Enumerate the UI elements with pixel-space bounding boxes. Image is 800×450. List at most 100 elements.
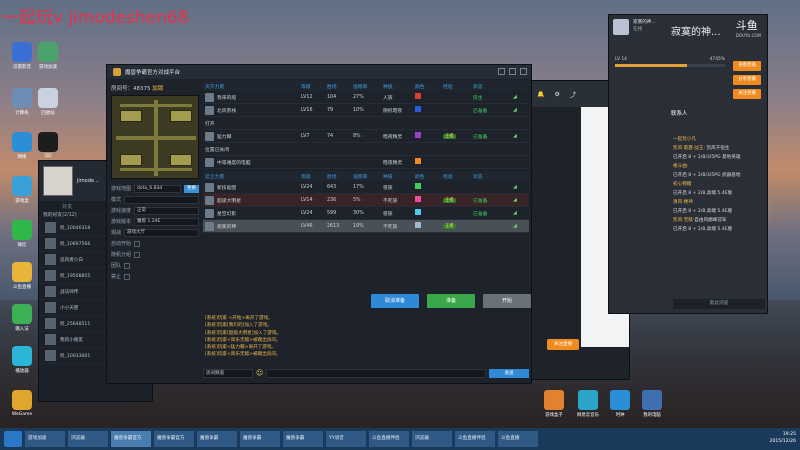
- rank-badge: 王者: [443, 198, 456, 203]
- taskbar-item[interactable]: 魔兽争霸官方: [111, 431, 151, 447]
- music-icon: [578, 390, 598, 410]
- desktop-icon-douyu[interactable]: 斗鱼直播: [2, 262, 42, 290]
- watch-live-button[interactable]: 查看直播: [733, 61, 761, 71]
- taskbar-item[interactable]: 游戏加速: [25, 431, 65, 447]
- player-table: 天灾力量 等级 胜场 逃跑率 种族 颜色 经验 状态 我来的船 LV12 104 27% 人族 房主 ◢ 北…: [203, 81, 529, 233]
- gear-icon[interactable]: ⚙: [554, 91, 559, 98]
- taskbar-item[interactable]: 斗鱼直播伴侣: [455, 431, 495, 447]
- browse-button[interactable]: 就此浏览: [673, 299, 765, 309]
- monitor-icon: [642, 390, 662, 410]
- player-name-cell: 我来的船: [205, 92, 301, 102]
- table-row[interactable]: 位置已关闭: [203, 143, 529, 156]
- taskbar-item[interactable]: 魔兽争霸: [283, 431, 323, 447]
- tile-clock[interactable]: 时钟: [606, 390, 634, 418]
- rank-cell: 王者: [443, 223, 473, 229]
- table-row[interactable]: 寂寞的神 LV46 2613 19% 不死族 王者 ◢: [203, 220, 529, 233]
- desktop-icon-gamebox[interactable]: 游戏盒: [2, 176, 42, 204]
- message: 清风·楼神: [673, 200, 693, 205]
- lock-link[interactable]: 加锁: [152, 86, 163, 92]
- wechat-icon: [12, 220, 32, 240]
- taskbar-item[interactable]: 斗鱼直播: [498, 431, 538, 447]
- follow-live-button[interactable]: 关注直播: [547, 339, 579, 350]
- chat-input[interactable]: [266, 368, 486, 378]
- tab-friends[interactable]: 好友: [62, 203, 72, 210]
- table-row[interactable]: 星空幻影 LV24 599 30% 兽族 已准备 ◢: [203, 207, 529, 220]
- taskbar-item[interactable]: 浏览器: [68, 431, 108, 447]
- team-color-swatch: [415, 158, 421, 164]
- taskbar-item[interactable]: 魔兽争霸官方: [154, 431, 194, 447]
- room-actions: 取消准备 准备 开始: [371, 294, 531, 308]
- table-row[interactable]: 超级大明星 LV14 236 5% 不死族 王者 已准备 ◢: [203, 194, 529, 207]
- cancel-ready-button[interactable]: 取消准备: [371, 294, 419, 308]
- mode-field[interactable]: [124, 195, 199, 204]
- room-number: 房间号：48375 加锁: [111, 86, 164, 92]
- desktop-icon-player[interactable]: 播放器: [2, 346, 42, 374]
- tile-music[interactable]: 网易云音乐: [574, 390, 602, 418]
- mode-row: 模式: [109, 194, 201, 205]
- wins-cell: 2613: [327, 223, 340, 229]
- status-cell: 已准备: [473, 211, 488, 217]
- map-field[interactable]: dota_6.83d: [134, 184, 181, 193]
- tile-gamebox[interactable]: 游戏盒子: [540, 390, 568, 418]
- rank-cell: 王者: [443, 133, 473, 139]
- chat-channel-select[interactable]: 房间频道: [203, 368, 253, 378]
- desktop-icon-ime[interactable]: 输入法: [2, 304, 42, 332]
- ready-button[interactable]: 准备: [427, 294, 475, 308]
- tab-contacts[interactable]: 联系人: [671, 109, 688, 117]
- avatar: [45, 238, 56, 249]
- tile-computer[interactable]: 我的电脑: [638, 390, 666, 418]
- start-button[interactable]: [4, 431, 22, 447]
- speed-field[interactable]: 正常: [134, 206, 199, 215]
- minimize-icon[interactable]: [498, 68, 505, 75]
- taskbar-item[interactable]: 魔兽争霸: [197, 431, 237, 447]
- player-icon: [12, 346, 32, 366]
- chat-log: [系统]玩家 <开始>离开了游戏。 [系统]玩家[我们的]加入了游戏。 [系统]…: [203, 315, 529, 365]
- player-name-cell: 位置已关闭: [205, 147, 229, 153]
- system-clock[interactable]: 19:25 2015/12/26: [770, 431, 796, 445]
- table-row[interactable]: 新技能图 LV24 643 17% 兽族 ◢: [203, 181, 529, 194]
- share-live-button[interactable]: 分享直播: [733, 75, 761, 85]
- checkbox[interactable]: [124, 262, 131, 269]
- follow-live-button-2[interactable]: 关注直播: [733, 89, 761, 99]
- observer-field[interactable]: 游戏大厅: [124, 228, 199, 237]
- table-row[interactable]: 北风客栈 LV16 79 10% 随机暗夜 已准备 ◢: [203, 104, 529, 117]
- taskbar-item[interactable]: 斗鱼直播伴侣: [369, 431, 409, 447]
- checkbox[interactable]: [134, 240, 141, 247]
- avatar: [205, 182, 214, 192]
- desktop-icon-accelerator[interactable]: 游戏加速: [28, 42, 68, 70]
- emoji-icon[interactable]: ☺: [256, 369, 263, 377]
- bell-icon[interactable]: 🔔: [537, 91, 544, 98]
- send-button[interactable]: 发送: [489, 368, 529, 378]
- taskbar-item[interactable]: 浏览器: [412, 431, 452, 447]
- desktop-icon-wegame[interactable]: WeGame: [2, 390, 42, 417]
- desktop-icon-wechat[interactable]: 微信: [2, 220, 42, 248]
- table-row[interactable]: 打开: [203, 117, 529, 130]
- version-field[interactable]: 魔兽 1.24E: [134, 217, 199, 226]
- checkbox[interactable]: [124, 273, 131, 280]
- player-name-cell: 星空幻影: [205, 208, 301, 218]
- change-map-button[interactable]: 更换: [184, 184, 199, 193]
- escape-cell: 27%: [353, 94, 364, 100]
- table-row[interactable]: 我来的船 LV12 104 27% 人族 房主 ◢: [203, 91, 529, 104]
- avatar: [205, 208, 214, 218]
- maximize-icon[interactable]: [509, 68, 516, 75]
- chat-line: [系统]玩家<猛力棘>离开了游戏。: [205, 345, 277, 351]
- profile-avatar[interactable]: [43, 166, 73, 196]
- checkbox[interactable]: [134, 251, 141, 258]
- table-row[interactable]: 中等难度的电脑 暗夜精灵: [203, 156, 529, 169]
- table-row[interactable]: 猛力棘 LV7 74 8% 暗夜精灵 王者 已准备 ◢: [203, 130, 529, 143]
- taskbar-item[interactable]: YY语音: [326, 431, 366, 447]
- taskbar-item[interactable]: 魔兽争霸: [240, 431, 280, 447]
- share-icon[interactable]: ⤴: [570, 90, 576, 99]
- player-name-cell: 寂寞的神: [205, 221, 301, 231]
- race-cell: 暗夜精灵: [383, 134, 403, 140]
- option-row: 团队: [109, 260, 201, 271]
- avatar: [45, 350, 56, 361]
- avatar: [205, 105, 214, 115]
- start-button[interactable]: 开始: [483, 294, 531, 308]
- desktop-icon-qq[interactable]: QQ: [28, 132, 68, 159]
- race-cell: 人族: [383, 95, 393, 101]
- close-icon[interactable]: [520, 68, 527, 75]
- message: 格斗曲:: [673, 164, 689, 169]
- desktop-icon-recycle[interactable]: 回收站: [28, 88, 68, 116]
